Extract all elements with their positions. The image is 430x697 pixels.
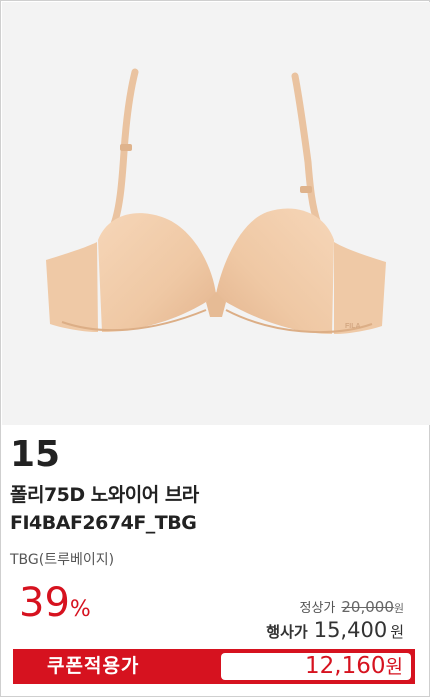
- product-card[interactable]: FILA 15 폴리75D 노와이어 브라 FI4BAF2674F_TBG TB…: [0, 0, 430, 697]
- product-color: TBG(트루베이지): [10, 552, 115, 568]
- discount-percent: %: [69, 597, 91, 622]
- event-price: 행사가 15,400 원: [266, 618, 404, 644]
- rank-number: 15: [10, 434, 61, 475]
- event-price-value: 15,400: [313, 618, 388, 642]
- event-price-unit: 원: [390, 623, 404, 641]
- regular-price-value: 20,000: [341, 598, 394, 616]
- product-image[interactable]: FILA: [2, 2, 430, 425]
- coupon-price-box: 12,160원: [221, 653, 411, 680]
- svg-text:FILA: FILA: [345, 323, 361, 330]
- discount-rate: 39%: [19, 579, 91, 635]
- regular-price-label: 정상가: [299, 601, 336, 616]
- product-code[interactable]: FI4BAF2674F_TBG: [10, 510, 197, 536]
- regular-price-unit: 원: [393, 602, 404, 615]
- coupon-price-bar[interactable]: 쿠폰적용가 12,160원: [13, 649, 415, 684]
- product-name[interactable]: 폴리75D 노와이어 브라: [10, 482, 199, 508]
- coupon-price-unit: 원: [385, 656, 403, 678]
- coupon-price-value: 12,160: [305, 653, 386, 679]
- coupon-price: 12,160원: [305, 653, 403, 681]
- regular-price: 정상가 20,000원: [299, 597, 404, 619]
- bra-image: FILA: [46, 68, 386, 334]
- discount-number: 39: [19, 580, 70, 626]
- coupon-label: 쿠폰적용가: [47, 655, 140, 677]
- event-price-label: 행사가: [266, 623, 308, 641]
